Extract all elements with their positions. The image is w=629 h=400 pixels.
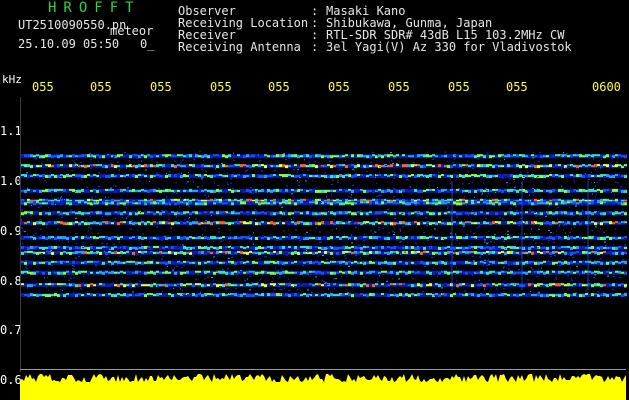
spectrum-band — [21, 270, 627, 275]
spectrum-band — [21, 174, 627, 179]
time-tick: 055 — [268, 80, 290, 94]
frequency-tick: 1.1 — [0, 124, 22, 138]
frequency-tick: 0.6 — [0, 373, 22, 387]
mode-label: meteor — [110, 24, 154, 38]
time-tick: 055 — [32, 80, 54, 94]
frequency-tick: 0.9 — [0, 224, 22, 238]
signal-level-canvas — [20, 374, 626, 400]
date-time: 25.10.09 05:50 — [18, 37, 120, 51]
time-tick: 055 — [506, 80, 528, 94]
antenna-label: Receiving Antenna — [178, 40, 301, 54]
time-tick: 055 — [448, 80, 470, 94]
frequency-tick: 1.0 — [0, 174, 22, 188]
time-tick: 055 — [328, 80, 350, 94]
antenna-separator: : — [311, 40, 319, 54]
signal-level-bar — [20, 370, 626, 400]
time-tick: 0600 — [592, 80, 621, 94]
app-title: HROFFT — [48, 0, 141, 16]
spectrum-band — [21, 236, 627, 241]
spectrum-band — [21, 260, 627, 265]
frequency-tick: 0.8 — [0, 274, 22, 288]
meteor-streak — [521, 181, 523, 291]
antenna-value: 3el Yagi(V) Az 330 for Vladivostok — [326, 40, 572, 54]
time-tick: 055 — [150, 80, 172, 94]
time-tick: 055 — [388, 80, 410, 94]
spectrogram-canvas — [21, 151, 627, 298]
spectrogram-plot — [20, 97, 627, 372]
spectrum-band — [21, 164, 627, 169]
meteor-streak — [587, 181, 589, 291]
spectrum-band — [21, 201, 627, 206]
time-tick: 055 — [90, 80, 112, 94]
spectrum-band — [21, 221, 627, 226]
spectrum-band — [21, 154, 627, 159]
spectrum-band — [21, 293, 627, 298]
zero-mark: 0_ — [140, 37, 155, 51]
signal-level-trace — [20, 374, 626, 400]
frequency-unit-label: kHz — [2, 73, 22, 86]
frequency-tick: 0.7 — [0, 323, 22, 337]
time-tick: 055 — [210, 80, 232, 94]
meteor-streak — [451, 181, 453, 291]
